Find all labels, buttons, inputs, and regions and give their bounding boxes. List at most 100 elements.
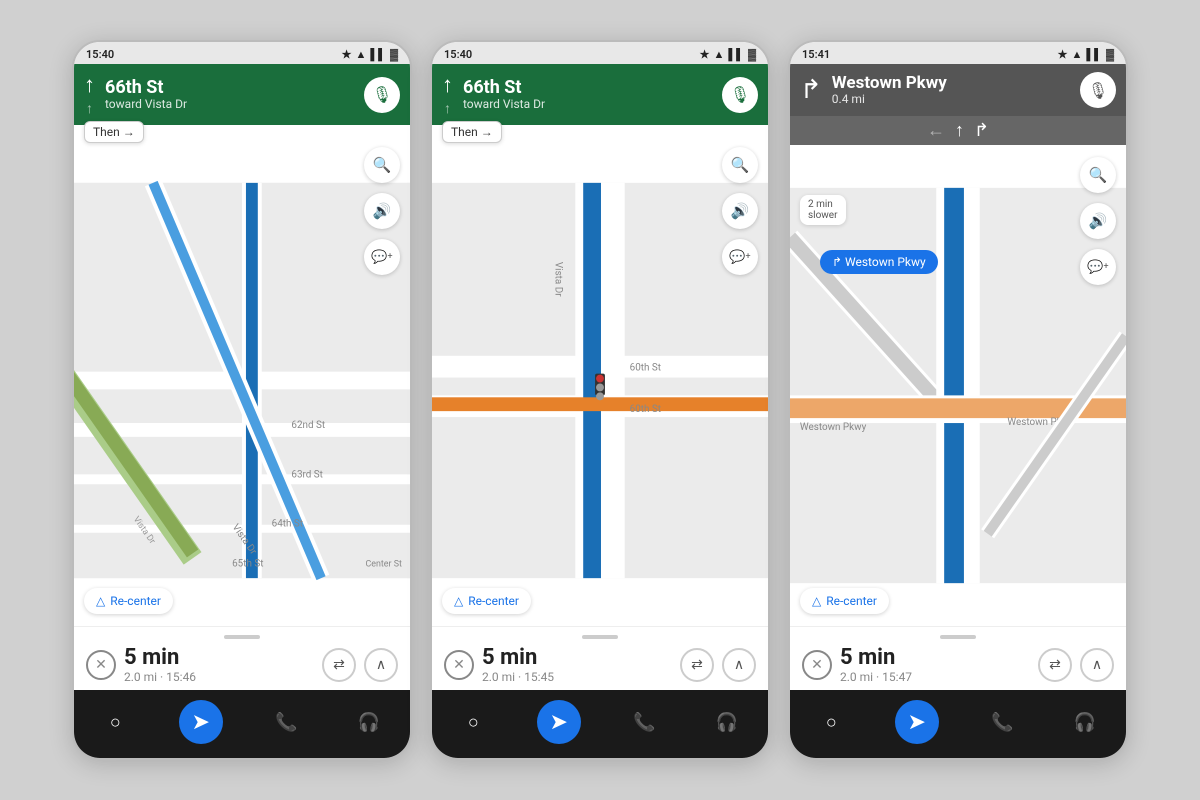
sound-button-2[interactable]: 🔊 (722, 193, 758, 229)
lane-straight-3: ↑ (955, 120, 964, 141)
status-icons-1: ★ ▲ ▌▌ ▓ (342, 48, 398, 61)
nav-header-2: ↑ ↑ 66th St toward Vista Dr 🎙 Then → (432, 64, 768, 125)
nav-toward-1: toward Vista Dr (105, 97, 354, 111)
trip-close-1[interactable]: ✕ (86, 650, 116, 680)
recenter-button-1[interactable]: △ Re-center (84, 588, 173, 614)
nav-secondary-1: ↑ (86, 100, 93, 117)
phone-3: 15:41 ★ ▲ ▌▌ ▓ ↱ Westown Pkwy 0.4 mi 🎙 ←… (788, 40, 1128, 760)
maps-nav-3[interactable]: ➤ (895, 700, 939, 744)
phone-nav-2[interactable]: 📞 (625, 703, 663, 741)
report-button-1[interactable]: 💬+ (364, 239, 400, 275)
trip-routes-3[interactable]: ⇄ (1038, 648, 1072, 682)
status-time-3: 15:41 (802, 48, 830, 61)
trip-expand-1[interactable]: ∧ (364, 648, 398, 682)
recenter-button-3[interactable]: △ Re-center (800, 588, 889, 614)
phone-1: 15:40 ★ ▲ ▌▌ ▓ ↑ ↑ 66th St toward Vista … (72, 40, 412, 760)
wifi-icon-2: ▲ (713, 48, 724, 61)
trip-drag-2 (582, 635, 618, 639)
nav-arrow-box-1: ↑ ↑ (84, 72, 95, 117)
recenter-icon-2: △ (454, 594, 463, 608)
trip-row-1: ✕ 5 min 2.0 mi · 15:46 ⇄ ∧ (86, 645, 398, 684)
trip-time-2: 5 min (482, 645, 537, 670)
status-time-2: 15:40 (444, 48, 472, 61)
nav-direction-arrow-2: ↑ (442, 72, 453, 98)
nav-header-1: ↑ ↑ 66th St toward Vista Dr 🎙 Then → (74, 64, 410, 125)
trip-close-3[interactable]: ✕ (802, 650, 832, 680)
phone-2: 15:40 ★ ▲ ▌▌ ▓ ↑ ↑ 66th St toward Vista … (430, 40, 770, 760)
bottom-nav-1: ○ ➤ 📞 🎧 (74, 690, 410, 758)
svg-text:Vista Dr: Vista Dr (553, 262, 564, 297)
report-button-2[interactable]: 💬+ (722, 239, 758, 275)
recenter-label-2: Re-center (468, 594, 519, 608)
recenter-icon-1: △ (96, 594, 105, 608)
nav-toward-2: toward Vista Dr (463, 97, 712, 111)
bottom-nav-3: ○ ➤ 📞 🎧 (790, 690, 1126, 758)
svg-text:60th St: 60th St (630, 404, 661, 415)
then-badge-1: Then → (84, 121, 144, 143)
report-button-3[interactable]: 💬+ (1080, 249, 1116, 285)
trip-routes-1[interactable]: ⇄ (322, 648, 356, 682)
status-bar-1: 15:40 ★ ▲ ▌▌ ▓ (74, 42, 410, 64)
trip-time-3: 5 min (840, 645, 895, 670)
map-area-3: Westown Pkwy Westown Pkwy 2 min slower 🔍… (790, 145, 1126, 626)
headphone-nav-2[interactable]: 🎧 (708, 703, 746, 741)
trip-info-1: ✕ 5 min 2.0 mi · 15:46 ⇄ ∧ (74, 626, 410, 690)
mic-button-1[interactable]: 🎙 (364, 77, 400, 113)
nav-text-1: 66th St toward Vista Dr (105, 78, 354, 112)
sound-button-1[interactable]: 🔊 (364, 193, 400, 229)
recenter-icon-3: △ (812, 594, 821, 608)
trip-expand-2[interactable]: ∧ (722, 648, 756, 682)
search-button-3[interactable]: 🔍 (1080, 157, 1116, 193)
nav-street-2: 66th St (463, 78, 712, 98)
mic-button-3[interactable]: 🎙 (1080, 72, 1116, 108)
search-button-1[interactable]: 🔍 (364, 147, 400, 183)
home-nav-3[interactable]: ○ (812, 703, 850, 741)
home-nav-1[interactable]: ○ (96, 703, 134, 741)
status-bar-2: 15:40 ★ ▲ ▌▌ ▓ (432, 42, 768, 64)
trip-details-1: 2.0 mi · 15:46 (124, 670, 196, 684)
status-icons-3: ★ ▲ ▌▌ ▓ (1058, 48, 1114, 61)
nav-arrow-box-2: ↑ ↑ (442, 72, 453, 117)
bluetooth-icon-2: ★ (700, 48, 710, 61)
map-area-2: 60th St 60th St Vista Dr 🔍 🔊 💬+ △ Re-cen… (432, 135, 768, 626)
mic-button-2[interactable]: 🎙 (722, 77, 758, 113)
headphone-nav-3[interactable]: 🎧 (1066, 703, 1104, 741)
svg-text:63rd St: 63rd St (291, 469, 322, 480)
home-nav-2[interactable]: ○ (454, 703, 492, 741)
wifi-icon-3: ▲ (1071, 48, 1082, 61)
trip-drag-1 (224, 635, 260, 639)
nav-text-2: 66th St toward Vista Dr (463, 78, 712, 112)
maps-nav-2[interactable]: ➤ (537, 700, 581, 744)
nav-street-1: 66th St (105, 78, 354, 98)
recenter-label-3: Re-center (826, 594, 877, 608)
turn-badge-3: ↱ Westown Pkwy (820, 250, 938, 274)
headphone-nav-1[interactable]: 🎧 (350, 703, 388, 741)
recenter-label-1: Re-center (110, 594, 161, 608)
sound-button-3[interactable]: 🔊 (1080, 203, 1116, 239)
map-svg-1: 62nd St 63rd St 64th St 65th St Vista Dr… (74, 135, 410, 626)
status-icons-2: ★ ▲ ▌▌ ▓ (700, 48, 756, 61)
trip-info-3: ✕ 5 min 2.0 mi · 15:47 ⇄ ∧ (790, 626, 1126, 690)
nav-direction-arrow-1: ↑ (84, 72, 95, 98)
bluetooth-icon: ★ (342, 48, 352, 61)
trip-details-2: 2.0 mi · 15:45 (482, 670, 554, 684)
svg-text:65th St: 65th St (232, 558, 263, 569)
battery-icon: ▓ (390, 48, 398, 61)
svg-text:60th St: 60th St (630, 363, 661, 374)
svg-text:Westown Pkwy: Westown Pkwy (800, 422, 867, 433)
map-area-1: 62nd St 63rd St 64th St 65th St Vista Dr… (74, 135, 410, 626)
trip-routes-2[interactable]: ⇄ (680, 648, 714, 682)
phone-nav-1[interactable]: 📞 (267, 703, 305, 741)
svg-text:Center St: Center St (366, 559, 402, 569)
trip-time-block-1: 5 min 2.0 mi · 15:46 (124, 645, 196, 684)
recenter-button-2[interactable]: △ Re-center (442, 588, 531, 614)
search-button-2[interactable]: 🔍 (722, 147, 758, 183)
nav-street-3: Westown Pkwy (832, 74, 1070, 93)
phone-nav-3[interactable]: 📞 (983, 703, 1021, 741)
trip-expand-3[interactable]: ∧ (1080, 648, 1114, 682)
nav-secondary-2: ↑ (444, 100, 451, 117)
signal-icon-2: ▌▌ (728, 48, 744, 61)
maps-nav-1[interactable]: ➤ (179, 700, 223, 744)
trip-time-block-3: 5 min 2.0 mi · 15:47 (840, 645, 912, 684)
trip-close-2[interactable]: ✕ (444, 650, 474, 680)
